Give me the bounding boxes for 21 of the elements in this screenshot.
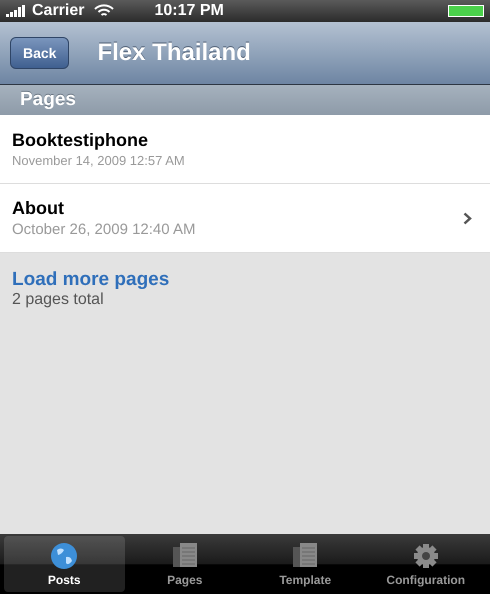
tab[interactable]: Configuration (366, 536, 486, 592)
page-row[interactable]: About October 26, 2009 12:40 AM (0, 184, 490, 253)
section-title: Pages (20, 89, 76, 111)
wifi-icon (94, 4, 114, 18)
signal-icon (6, 5, 26, 17)
tab[interactable]: Pages (124, 536, 245, 592)
pages-count: 2 pages total (12, 291, 104, 309)
page-title: Booktestiphone (12, 130, 150, 151)
carrier-name: Carrier (32, 2, 84, 20)
clock-time: 10:17 PM (154, 2, 224, 20)
load-more-link[interactable]: Load more pages (12, 269, 170, 291)
page-date: October 26, 2009 12:40 AM (12, 221, 196, 238)
page-title: About (12, 198, 65, 219)
tab[interactable]: Posts (4, 536, 124, 592)
navigation-title: Flex Thailand (97, 39, 251, 67)
globe-icon (49, 541, 80, 571)
page-row[interactable]: Booktestiphone November 14, 2009 12:57 AM (0, 115, 490, 184)
back-button[interactable]: Back (10, 37, 70, 69)
page-date: November 14, 2009 12:57 AM (12, 153, 186, 168)
battery-icon (448, 5, 484, 17)
tab[interactable]: Template (245, 536, 366, 592)
